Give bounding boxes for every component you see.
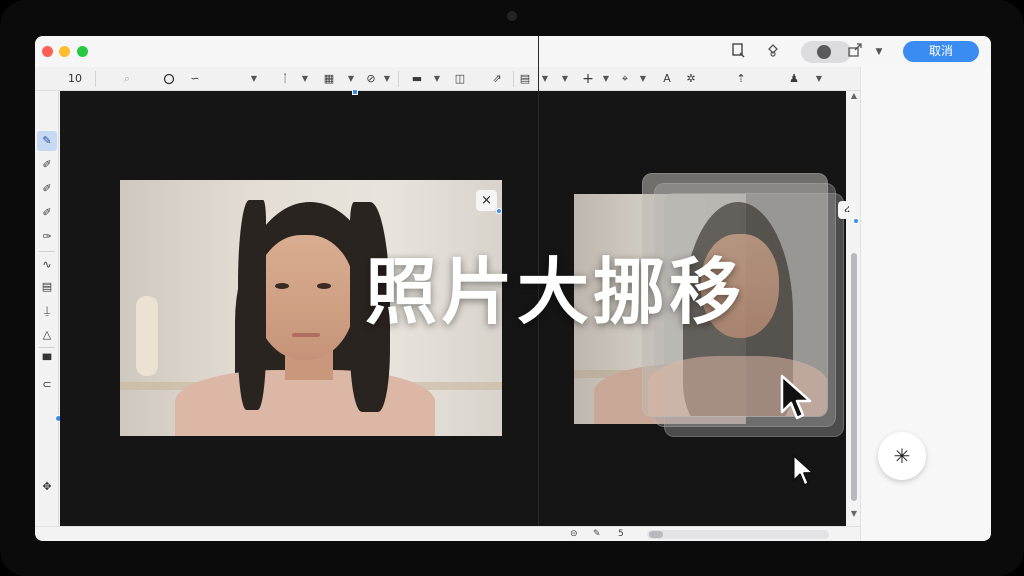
camera-dot [507,11,517,21]
brush-icon[interactable]: ᛙ [278,70,292,88]
status-bar: ⊝ ✎ 5 [35,526,860,541]
horizontal-scrollbar[interactable] [647,530,829,539]
pen-icon[interactable]: ⌖ [617,70,633,88]
vertical-scroll-thumb[interactable] [851,253,857,501]
device-bezel: ▼ 取消 10 ⌕ ∽ ▼ ᛙ ▼ ▦ ▼ ⊘ ▼ ▬ ▼ ◫ ⇗ ▤ ▼ ▼ … [0,0,1024,576]
title-bar: ▼ 取消 [35,36,991,67]
maximize-window-button[interactable] [77,46,88,57]
chevron-down-icon[interactable]: ▼ [382,70,392,88]
scroll-down-icon[interactable]: ▼ [849,509,859,518]
chevron-down-icon[interactable]: ▼ [814,70,824,88]
zoom-level[interactable]: 10 [65,70,85,88]
main-toolbar: 10 ⌕ ∽ ▼ ᛙ ▼ ▦ ▼ ⊘ ▼ ▬ ▼ ◫ ⇗ ▤ ▼ ▼ + ▼ ⌖ [35,67,860,91]
photo-eye-left [275,283,289,289]
sidebar-separator [39,347,55,348]
pencil-tool-icon[interactable]: ✐ [37,179,57,199]
marker-tool-icon[interactable]: ✐ [37,203,57,223]
chevron-down-icon[interactable]: ▼ [638,70,648,88]
align-icon[interactable]: ▬ [409,70,425,88]
search-icon[interactable]: ⌕ [119,70,135,88]
stamp-tool-icon[interactable]: ⍊ [37,301,57,321]
chevron-down-icon[interactable]: ▼ [346,70,356,88]
hand-pointer-icon[interactable] [763,42,783,62]
minimize-window-button[interactable] [59,46,70,57]
app-window: ▼ 取消 10 ⌕ ∽ ▼ ᛙ ▼ ▦ ▼ ⊘ ▼ ▬ ▼ ◫ ⇗ ▤ ▼ ▼ … [35,36,991,541]
chevron-down-icon[interactable]: ▼ [300,70,310,88]
share-icon[interactable] [845,42,865,62]
sparkle-icon: ✳ [893,444,911,468]
crop-icon[interactable]: ▦ [322,70,336,88]
cursor-arrow-icon [780,374,812,420]
pen-tool-icon[interactable]: ✎ [37,131,57,151]
photo-vase [136,296,158,376]
record-icon [817,45,831,59]
shape-tool-icon[interactable]: △ [37,325,57,345]
toolbar-separator [513,71,514,87]
lasso-icon[interactable] [161,70,177,88]
photo-hair-left-strand [238,200,266,410]
cancel-button[interactable]: 取消 [903,41,979,62]
text-icon[interactable]: A [659,70,675,88]
user-icon[interactable]: ♟ [786,70,802,88]
chevron-down-icon[interactable]: ▼ [249,70,259,88]
pen-size-icon[interactable]: ✎ [593,527,601,541]
link-tool-icon[interactable]: ⊂ [37,375,57,395]
frame-icon[interactable]: ◫ [452,70,468,88]
cursor-arrow-outline-icon [792,454,815,487]
tool-sidebar: ✎ ✐ ✐ ✐ ✑ ∿ ▤ ⍊ △ ▀ ⊂ ✥ [35,91,62,526]
toolbar-separator [398,71,399,87]
page-number: 5 [618,529,624,539]
link-icon[interactable]: ∽ [187,70,203,88]
eraser-tool-icon[interactable]: ✑ [37,227,57,247]
chevron-down-icon[interactable]: ▼ [560,70,570,88]
brush-tool-icon[interactable]: ✐ [37,155,57,175]
image-tool-icon[interactable]: ▤ [37,277,57,297]
image-icon[interactable]: ▤ [517,70,533,88]
photo-left-resize-handle[interactable] [496,208,502,214]
brush-size-icon[interactable]: ⊝ [570,527,578,541]
folder-icon[interactable]: ▀ [37,351,57,371]
record-toggle[interactable] [801,41,851,63]
document-crop-icon[interactable] [728,42,748,62]
chevron-down-icon[interactable]: ▼ [432,70,442,88]
inspector-panel [860,67,991,541]
settings-icon[interactable]: ✲ [683,70,699,88]
headline-overlay: 照片大挪移 [364,250,745,334]
sidebar-separator [39,251,55,252]
horizontal-scroll-thumb[interactable] [649,531,663,538]
add-icon[interactable]: + [580,70,596,88]
transform-icon[interactable]: ⇗ [489,70,505,88]
layers-icon[interactable]: ⊘ [363,70,379,88]
canvas-top-handle[interactable] [352,89,358,95]
editor-canvas[interactable]: × ረ 照片大挪移 [60,36,859,541]
export-icon[interactable]: ⇡ [733,70,749,88]
chevron-down-icon[interactable]: ▼ [869,42,889,62]
chevron-down-icon[interactable]: ▼ [601,70,611,88]
vertical-scrollbar[interactable]: ▲ ▼ [849,91,859,526]
lasso-tool-icon[interactable]: ∿ [37,255,57,275]
sparkle-action-button[interactable]: ✳ [878,432,926,480]
settings-tool-icon[interactable]: ✥ [37,477,57,497]
close-photo-left-button[interactable]: × [476,190,497,211]
close-window-button[interactable] [42,46,53,57]
scroll-up-icon[interactable]: ▲ [849,91,859,100]
toolbar-separator [95,71,96,87]
chevron-down-icon[interactable]: ▼ [540,70,550,88]
